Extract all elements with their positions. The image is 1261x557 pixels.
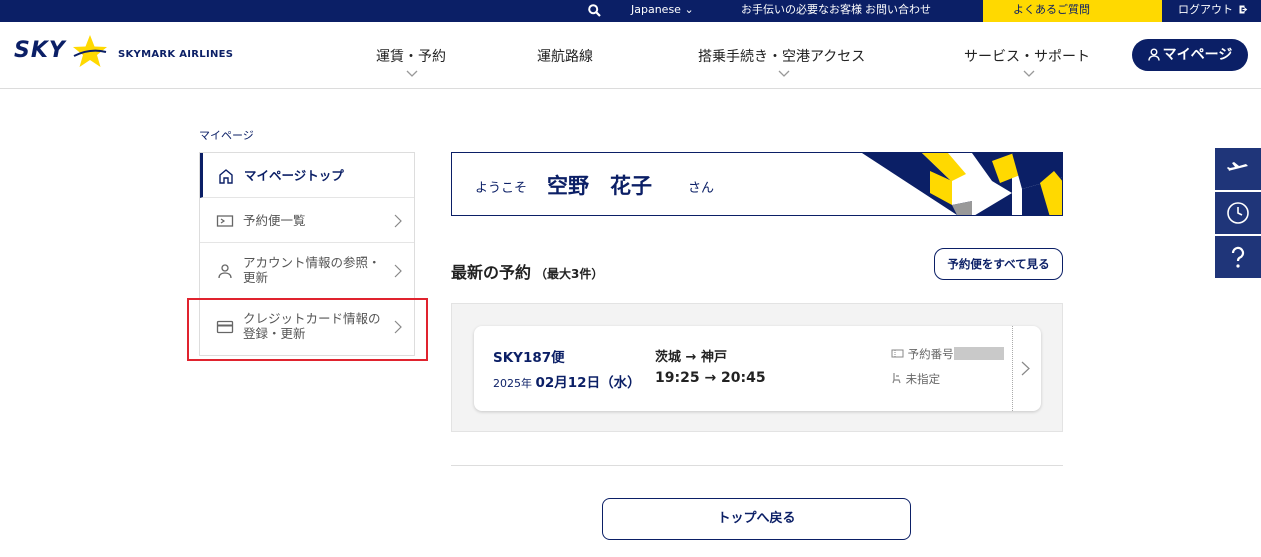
- utility-bar: Japanese ⌄ お手伝いの必要なお客様 お問い合わせ よくあるご質問 ログ…: [0, 0, 1261, 22]
- clock-shortcut[interactable]: [1215, 192, 1261, 234]
- view-all-reservations-button[interactable]: 予約便をすべて見る: [934, 248, 1063, 280]
- flight-time: 19:25 → 20:45: [655, 370, 766, 386]
- logout-link[interactable]: ログアウト: [1162, 0, 1261, 22]
- nav-service-support[interactable]: サービス・サポート: [964, 46, 1090, 66]
- sidebar-item-reservations[interactable]: 予約便一覧: [200, 198, 414, 243]
- divider: [451, 465, 1063, 466]
- logout-label: ログアウト: [1178, 3, 1233, 16]
- sidebar-item-label: アカウント情報の参照・ 更新: [243, 255, 381, 285]
- chevron-right-icon[interactable]: [1021, 361, 1030, 376]
- site-header: SKY SKYMARK AIRLINES 運賃・予約 運航路線 搭乗手続き・空港…: [0, 22, 1261, 89]
- home-icon: [219, 169, 233, 184]
- seat-status-text: 未指定: [905, 372, 941, 386]
- contact-link[interactable]: お問い合わせ: [865, 0, 931, 22]
- back-to-top-button[interactable]: トップへ戻る: [602, 498, 911, 540]
- airplane-icon: [1227, 162, 1248, 171]
- language-selector[interactable]: Japanese ⌄: [631, 0, 694, 22]
- highlight-box: [187, 298, 428, 361]
- faq-link[interactable]: よくあるご質問: [983, 0, 1162, 22]
- flight-status-shortcut[interactable]: [1215, 148, 1261, 190]
- chevron-down-icon: [406, 70, 418, 77]
- mypage-button[interactable]: マイページ: [1132, 39, 1248, 71]
- ticket-icon: [891, 349, 904, 358]
- flight-route: 茨城 → 神戸: [655, 350, 727, 365]
- sidebar-item-account[interactable]: アカウント情報の参照・ 更新: [200, 243, 414, 299]
- section-subtitle: （最大3件）: [535, 267, 604, 281]
- welcome-greeting: ようこそ: [475, 181, 528, 196]
- flight-day: 02月12日（水）: [535, 375, 641, 391]
- flight-date: 2025年 02月12日（水）: [493, 371, 641, 391]
- question-icon: [1231, 246, 1245, 268]
- sidebar-item-label: 予約便一覧: [243, 213, 306, 228]
- chevron-right-icon: [394, 214, 402, 228]
- logo-sky-text: SKY: [14, 38, 66, 63]
- logo-airline-text: SKYMARK AIRLINES: [118, 49, 234, 60]
- flight-number: SKY187便: [493, 350, 565, 366]
- seat-status: 未指定: [891, 371, 940, 387]
- chevron-down-icon: [778, 70, 790, 77]
- clock-icon: [1227, 202, 1249, 224]
- section-title: 最新の予約 （最大3件）: [451, 259, 603, 283]
- assistance-link[interactable]: お手伝いの必要なお客様: [741, 0, 862, 22]
- reservation-number-label: 予約番号: [907, 347, 954, 361]
- reservation-number: 予約番号: [891, 346, 1004, 362]
- welcome-banner: ようこそ 空野 花子 さん: [451, 152, 1063, 216]
- redacted-value: [953, 347, 1004, 360]
- breadcrumb: マイページ: [199, 129, 254, 142]
- star-icon: [73, 35, 107, 67]
- user-icon: [1147, 48, 1160, 61]
- chevron-right-icon: [394, 264, 402, 278]
- nav-checkin-access[interactable]: 搭乗手続き・空港アクセス: [698, 46, 865, 66]
- card-divider: [1012, 326, 1013, 411]
- member-name: 空野 花子: [547, 174, 652, 198]
- mypage-button-label: マイページ: [1162, 47, 1233, 63]
- search-icon[interactable]: [588, 0, 602, 22]
- help-shortcut[interactable]: [1215, 236, 1261, 278]
- welcome-honorific: さん: [688, 181, 715, 196]
- ticket-icon: [216, 215, 234, 227]
- decorative-pattern: [862, 153, 1062, 215]
- chevron-down-icon: [1023, 70, 1035, 77]
- section-title-text: 最新の予約: [451, 263, 532, 282]
- nav-fares-booking[interactable]: 運賃・予約: [376, 46, 446, 66]
- seat-icon: [892, 373, 901, 384]
- logout-icon: [1239, 5, 1247, 14]
- sidebar-item-mypage-top[interactable]: マイページトップ: [200, 153, 414, 198]
- nav-routes[interactable]: 運航路線: [537, 46, 593, 66]
- sidebar-item-label: マイページトップ: [244, 168, 344, 183]
- reservation-list: SKY187便 2025年 02月12日（水） 茨城 → 神戸 19:25 → …: [451, 303, 1063, 432]
- user-icon: [218, 264, 232, 279]
- reservation-card[interactable]: SKY187便 2025年 02月12日（水） 茨城 → 神戸 19:25 → …: [474, 326, 1041, 411]
- flight-year: 2025年: [493, 377, 532, 390]
